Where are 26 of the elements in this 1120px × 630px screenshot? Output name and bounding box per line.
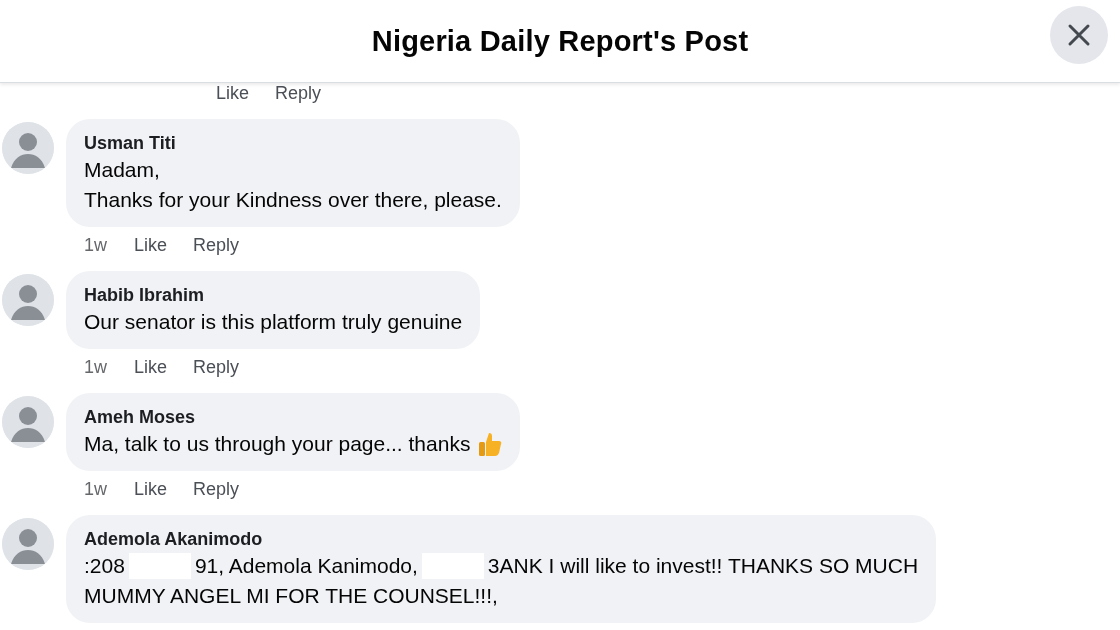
comment-text: 3ANK I will like to invest!! THANKS SO MUCH bbox=[487, 553, 919, 579]
comment-action-link[interactable]: Reply bbox=[275, 82, 322, 104]
comment-time: 1w bbox=[84, 478, 108, 500]
comment-text: MUMMY ANGEL MI FOR THE COUNSEL!!!, bbox=[84, 583, 498, 609]
comment-author[interactable]: Usman Titi bbox=[84, 131, 502, 155]
close-icon bbox=[1067, 23, 1091, 47]
comment-text: :208 bbox=[84, 553, 125, 579]
comment-text: Ma, talk to us through your page... thanks bbox=[84, 431, 471, 457]
comment-text: Madam, bbox=[84, 157, 160, 183]
comment-action-link[interactable]: Reply bbox=[193, 234, 240, 256]
post-title: Nigeria Daily Report's Post bbox=[371, 24, 749, 58]
comment-action-link[interactable]: Reply bbox=[193, 356, 240, 378]
comment-text: Thanks for your Kindness over there, please. bbox=[84, 187, 502, 213]
comment-time: 1w bbox=[84, 234, 108, 256]
comment-author[interactable]: Ademola Akanimodo bbox=[84, 527, 919, 551]
thumbs-up-icon bbox=[478, 431, 503, 457]
comment-author[interactable]: Ameh Moses bbox=[84, 405, 503, 429]
comment-action-link[interactable]: Like bbox=[134, 478, 168, 500]
comment-author[interactable]: Habib Ibrahim bbox=[84, 283, 463, 307]
comment-text: Our senator is this platform truly genuine bbox=[84, 309, 463, 335]
comment-action-link[interactable]: Like bbox=[134, 356, 168, 378]
comment-action-link[interactable]: Reply bbox=[193, 478, 240, 500]
comment-text: 91, Ademola Kanimodo, bbox=[194, 553, 418, 579]
comment-action-link[interactable]: Like bbox=[216, 82, 250, 104]
comment-time: 1w bbox=[84, 356, 108, 378]
comment-action-link[interactable]: Like bbox=[134, 234, 168, 256]
